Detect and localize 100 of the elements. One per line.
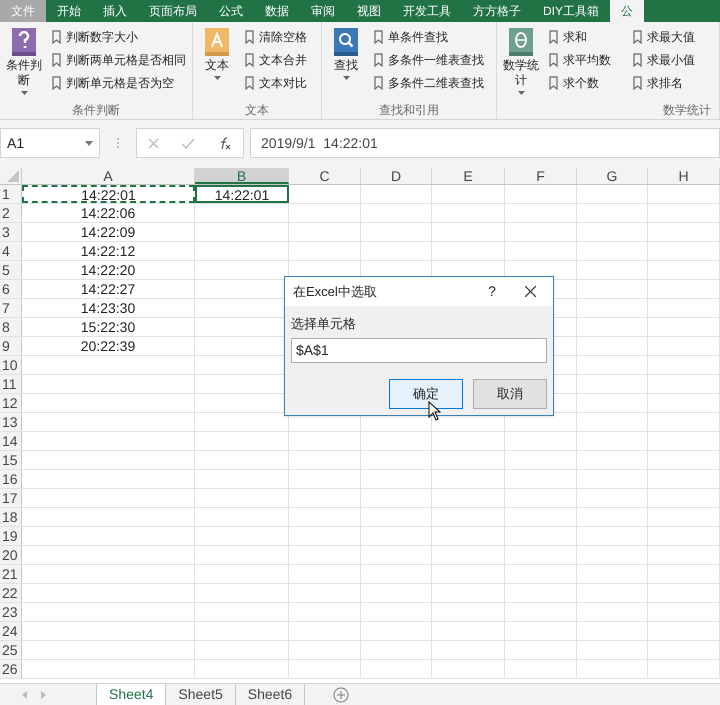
ribbon-big-button[interactable]: 条件判断: [2, 27, 46, 101]
cell-reference-field[interactable]: $A$1: [291, 338, 547, 362]
row-header[interactable]: 11: [0, 375, 22, 393]
question-book-icon: [11, 27, 37, 57]
column-header[interactable]: E: [432, 168, 505, 184]
row-header[interactable]: 15: [0, 451, 22, 469]
dropdown-icon[interactable]: [85, 140, 93, 146]
row-header[interactable]: 7: [0, 299, 22, 317]
ribbon-tab[interactable]: 公: [610, 0, 644, 22]
row-header[interactable]: 12: [0, 394, 22, 412]
close-icon[interactable]: [524, 286, 536, 297]
cell-text: 14:23:30: [80, 300, 136, 316]
row-header[interactable]: 9: [0, 337, 22, 355]
row-header[interactable]: 18: [0, 508, 22, 526]
ribbon-tab[interactable]: 数据: [254, 0, 300, 22]
row-header[interactable]: 13: [0, 413, 22, 431]
cancel-button[interactable]: 取消: [473, 378, 547, 408]
row-header[interactable]: 4: [0, 242, 22, 260]
caret-icon: [214, 76, 220, 80]
row-header[interactable]: 6: [0, 280, 22, 298]
row-header[interactable]: 2: [0, 204, 22, 222]
name-box[interactable]: A1: [0, 128, 100, 158]
bookmark-icon: [633, 76, 642, 90]
ribbon-tab[interactable]: DIY工具箱: [532, 0, 610, 22]
ribbon-item[interactable]: 求排名: [633, 73, 695, 92]
row-header[interactable]: 26: [0, 660, 22, 678]
column-header[interactable]: H: [648, 168, 720, 184]
ribbon-big-button[interactable]: 查找: [324, 27, 368, 101]
add-sheet-icon[interactable]: [333, 686, 350, 702]
cell-text: 14:22:09: [80, 224, 136, 240]
bookmark-icon: [549, 76, 558, 90]
sheet-tab[interactable]: Sheet6: [236, 684, 306, 705]
letter-book-icon: [204, 27, 230, 57]
column-header[interactable]: G: [577, 168, 648, 184]
row-header[interactable]: 3: [0, 223, 22, 241]
row-header[interactable]: 17: [0, 489, 22, 507]
bookmark-icon: [245, 76, 254, 90]
ribbon-item[interactable]: 求平均数: [549, 50, 611, 69]
row-header[interactable]: 23: [0, 603, 22, 621]
column-header[interactable]: C: [289, 168, 361, 184]
ribbon-item[interactable]: 多条件一维表查找: [374, 50, 484, 69]
column-header[interactable]: D: [361, 168, 432, 184]
row-header[interactable]: 25: [0, 641, 22, 659]
bookmark-icon: [245, 52, 254, 66]
ribbon-item[interactable]: 判断数字大小: [52, 27, 186, 46]
sheet-tab[interactable]: Sheet4: [96, 684, 166, 705]
cell-text: 14:22:01: [81, 187, 136, 203]
ribbon-group-title: 查找和引用: [378, 102, 440, 119]
row-header[interactable]: 21: [0, 565, 22, 583]
ribbon-tab[interactable]: 审阅: [300, 0, 346, 22]
check-icon[interactable]: [181, 138, 196, 148]
row-header[interactable]: 8: [0, 318, 22, 336]
ribbon-item[interactable]: 判断两单元格是否相同: [52, 50, 186, 69]
row-header[interactable]: 1: [0, 185, 22, 203]
grip-icon: [116, 137, 120, 149]
ribbon-big-button[interactable]: 文本: [195, 27, 239, 101]
cell-text: 20:22:39: [80, 338, 136, 354]
bookmark-icon: [374, 76, 383, 90]
cell-text: 14:22:27: [80, 281, 136, 297]
ribbon-tab[interactable]: 开发工具: [392, 0, 462, 22]
ribbon-item[interactable]: 文本合并: [245, 50, 307, 69]
ribbon-tab[interactable]: 方方格子: [462, 0, 532, 22]
caret-icon: [342, 76, 350, 80]
bookmark-icon: [633, 30, 642, 44]
row-header[interactable]: 16: [0, 470, 22, 488]
ribbon-tab[interactable]: 插入: [92, 0, 138, 22]
ribbon-item[interactable]: 求和: [549, 27, 611, 46]
sheet-tab[interactable]: Sheet5: [166, 684, 236, 705]
ribbon-group-title: 条件判断: [71, 102, 121, 119]
formula-field[interactable]: 2019/9/1 14:22:01: [250, 128, 720, 158]
column-header[interactable]: B: [195, 168, 289, 184]
ribbon-item[interactable]: 多条件二维表查找: [374, 73, 484, 92]
ribbon-big-button[interactable]: 数学统计: [499, 27, 543, 101]
row-header[interactable]: 14: [0, 432, 22, 450]
search-book-icon: [333, 27, 359, 57]
ribbon-tab[interactable]: 页面布局: [138, 0, 208, 22]
row-header[interactable]: 10: [0, 356, 22, 374]
row-header[interactable]: 19: [0, 527, 22, 545]
field-label: 选择单元格: [291, 315, 357, 333]
ribbon-tab[interactable]: 公式: [208, 0, 254, 22]
help-button[interactable]: ?: [477, 281, 507, 302]
ribbon-item[interactable]: 单条件查找: [374, 27, 484, 46]
caret-icon: [20, 91, 28, 95]
column-header[interactable]: F: [505, 168, 577, 184]
bookmark-icon: [549, 30, 558, 44]
ribbon-tab[interactable]: 视图: [346, 0, 392, 22]
row-header[interactable]: 24: [0, 622, 22, 640]
ribbon-tab[interactable]: 开始: [46, 0, 92, 22]
ribbon-item[interactable]: 文本对比: [245, 73, 307, 92]
ok-button[interactable]: 确定: [389, 378, 463, 408]
cell-text: 14:22:20: [80, 262, 136, 278]
row-header[interactable]: 5: [0, 261, 22, 279]
dialog-title: 在Excel中选取: [293, 282, 378, 301]
row-header[interactable]: 22: [0, 584, 22, 602]
ribbon-item[interactable]: 清除空格: [245, 27, 307, 46]
ribbon-item[interactable]: 求最小值: [633, 50, 695, 69]
ribbon-item[interactable]: 求最大值: [633, 27, 695, 46]
ribbon-item[interactable]: 判断单元格是否为空: [52, 73, 186, 92]
row-header[interactable]: 20: [0, 546, 22, 564]
ribbon-item[interactable]: 求个数: [549, 73, 611, 92]
